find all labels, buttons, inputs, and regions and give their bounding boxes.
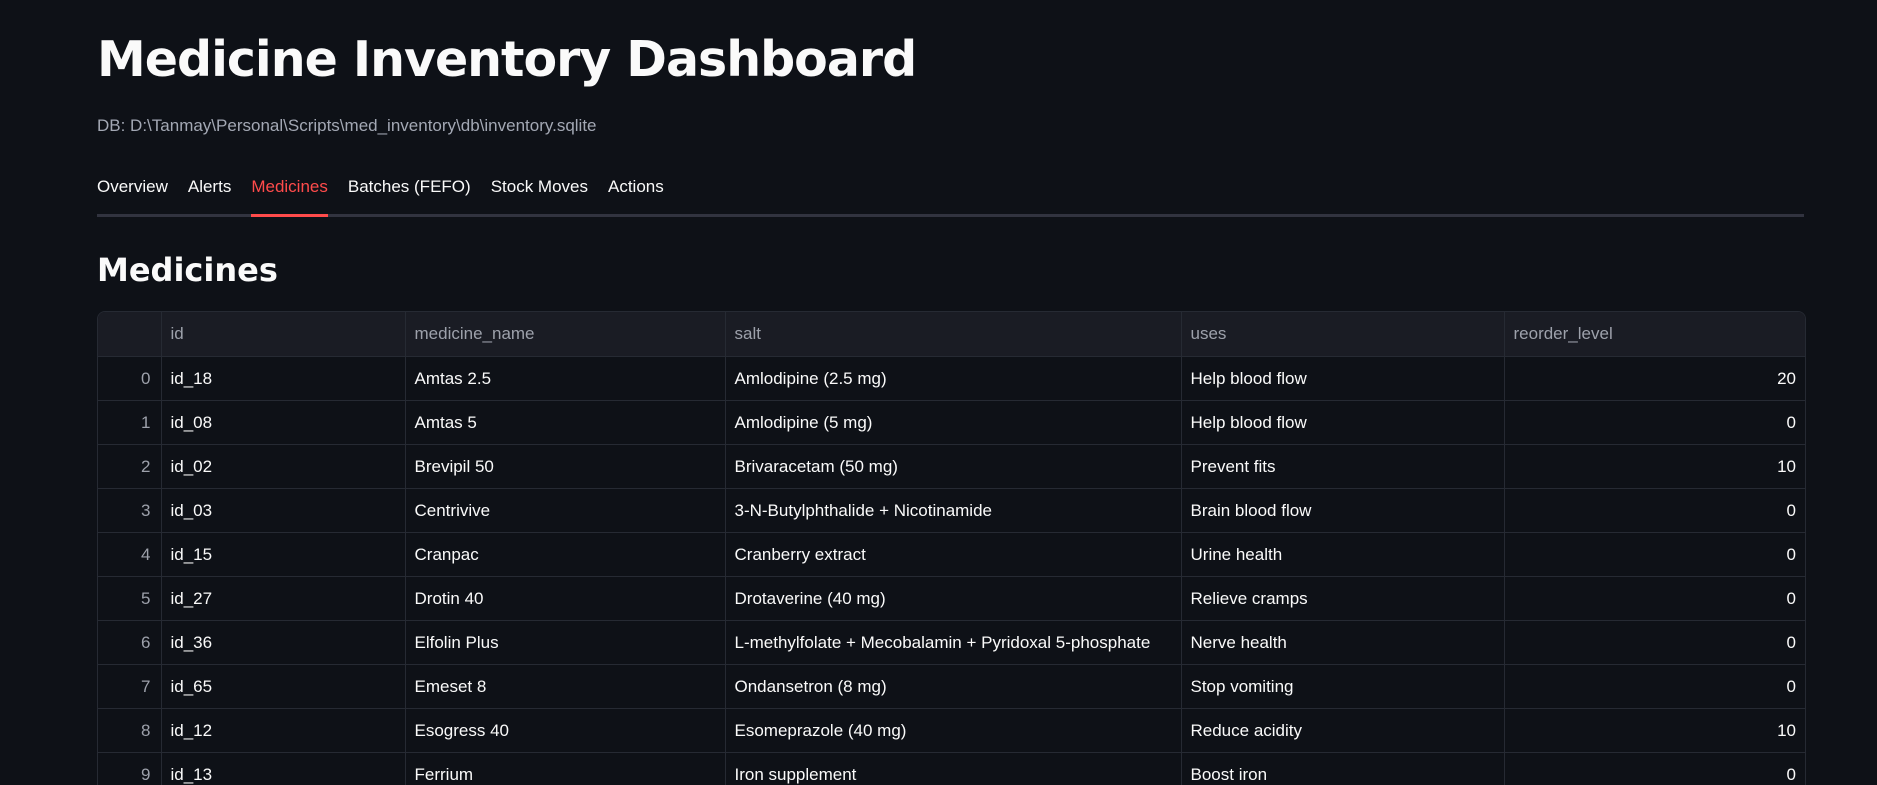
row-index-cell: 7 [98, 664, 162, 709]
id-cell[interactable]: id_12 [161, 708, 406, 753]
uses-cell[interactable]: Stop vomiting [1181, 664, 1505, 709]
tab-bar: Overview Alerts Medicines Batches (FEFO)… [97, 172, 1804, 217]
tab-actions[interactable]: Actions [608, 172, 664, 214]
medicine-name-cell[interactable]: Esogress 40 [405, 708, 726, 753]
reorder-level-cell[interactable]: 10 [1504, 708, 1805, 753]
tab-alerts[interactable]: Alerts [188, 172, 231, 214]
id-cell[interactable]: id_02 [161, 444, 406, 489]
column-header-uses[interactable]: uses [1181, 312, 1505, 357]
table-row[interactable]: 1 id_08 Amtas 5 Amlodipine (5 mg) Help blood… [98, 400, 1805, 445]
salt-cell[interactable]: Cranberry extract [725, 532, 1182, 577]
reorder-level-cell[interactable]: 10 [1504, 444, 1805, 489]
tab-stock-moves[interactable]: Stock Moves [491, 172, 588, 214]
salt-cell[interactable]: Amlodipine (5 mg) [725, 400, 1182, 445]
row-index-cell: 6 [98, 620, 162, 665]
table-header-row: id medicine_name salt uses reorder_level [98, 312, 1805, 357]
column-header-medicine-name[interactable]: medicine_name [405, 312, 726, 357]
salt-cell[interactable]: Iron supplement [725, 752, 1182, 785]
reorder-level-cell[interactable]: 0 [1504, 752, 1805, 785]
table-row[interactable]: 7 id_65 Emeset 8 Ondansetron (8 mg) Stop vom… [98, 664, 1805, 709]
table-row[interactable]: 8 id_12 Esogress 40 Esomeprazole (40 mg) Red… [98, 708, 1805, 753]
row-index-cell: 1 [98, 400, 162, 445]
column-header-id[interactable]: id [161, 312, 406, 357]
tab-batches-fefo[interactable]: Batches (FEFO) [348, 172, 471, 214]
salt-cell[interactable]: 3-N-Butylphthalide + Nicotinamide [725, 488, 1182, 533]
salt-cell[interactable]: Amlodipine (2.5 mg) [725, 356, 1182, 401]
id-cell[interactable]: id_36 [161, 620, 406, 665]
salt-cell[interactable]: Brivaracetam (50 mg) [725, 444, 1182, 489]
tab-medicines[interactable]: Medicines [251, 172, 328, 217]
reorder-level-cell[interactable]: 0 [1504, 400, 1805, 445]
medicine-name-cell[interactable]: Elfolin Plus [405, 620, 726, 665]
table-row[interactable]: 6 id_36 Elfolin Plus L-methylfolate + Mecob… [98, 620, 1805, 665]
uses-cell[interactable]: Urine health [1181, 532, 1505, 577]
medicine-name-cell[interactable]: Drotin 40 [405, 576, 726, 621]
row-index-cell: 5 [98, 576, 162, 621]
column-header-index[interactable] [98, 312, 162, 357]
db-path-caption: DB: D:\Tanmay\Personal\Scripts\med_inven… [97, 116, 597, 135]
medicine-name-cell[interactable]: Centrivive [405, 488, 726, 533]
table-row[interactable]: 2 id_02 Brevipil 50 Brivaracetam (50 mg) Pre… [98, 444, 1805, 489]
medicine-name-cell[interactable]: Amtas 5 [405, 400, 726, 445]
medicines-table[interactable]: id medicine_name salt uses reorder_level… [97, 311, 1806, 785]
page-title: Medicine Inventory Dashboard [97, 31, 917, 88]
table-row[interactable]: 5 id_27 Drotin 40 Drotaverine (40 mg) Reliev… [98, 576, 1805, 621]
column-header-salt[interactable]: salt [725, 312, 1182, 357]
uses-cell[interactable]: Prevent fits [1181, 444, 1505, 489]
uses-cell[interactable]: Nerve health [1181, 620, 1505, 665]
id-cell[interactable]: id_13 [161, 752, 406, 785]
table-row[interactable]: 4 id_15 Cranpac Cranberry extract Urine heal… [98, 532, 1805, 577]
id-cell[interactable]: id_65 [161, 664, 406, 709]
row-index-cell: 2 [98, 444, 162, 489]
reorder-level-cell[interactable]: 0 [1504, 620, 1805, 665]
reorder-level-cell[interactable]: 20 [1504, 356, 1805, 401]
table-row[interactable]: 9 id_13 Ferrium Iron supplement Boost iron 0 [98, 752, 1805, 785]
id-cell[interactable]: id_18 [161, 356, 406, 401]
salt-cell[interactable]: Ondansetron (8 mg) [725, 664, 1182, 709]
reorder-level-cell[interactable]: 0 [1504, 664, 1805, 709]
id-cell[interactable]: id_27 [161, 576, 406, 621]
id-cell[interactable]: id_08 [161, 400, 406, 445]
tab-overview[interactable]: Overview [97, 172, 168, 214]
salt-cell[interactable]: L-methylfolate + Mecobalamin + Pyridoxal… [725, 620, 1182, 665]
table-row[interactable]: 3 id_03 Centrivive 3-N-Butylphthalide + Nic… [98, 488, 1805, 533]
uses-cell[interactable]: Boost iron [1181, 752, 1505, 785]
medicine-name-cell[interactable]: Ferrium [405, 752, 726, 785]
table-body: 0 id_18 Amtas 2.5 Amlodipine (2.5 mg) Help b… [98, 356, 1805, 785]
uses-cell[interactable]: Help blood flow [1181, 356, 1505, 401]
row-index-cell: 4 [98, 532, 162, 577]
medicine-name-cell[interactable]: Emeset 8 [405, 664, 726, 709]
section-title: Medicines [97, 251, 278, 289]
table-row[interactable]: 0 id_18 Amtas 2.5 Amlodipine (2.5 mg) Help b… [98, 356, 1805, 401]
row-index-cell: 0 [98, 356, 162, 401]
row-index-cell: 9 [98, 752, 162, 785]
medicine-name-cell[interactable]: Cranpac [405, 532, 726, 577]
reorder-level-cell[interactable]: 0 [1504, 532, 1805, 577]
uses-cell[interactable]: Brain blood flow [1181, 488, 1505, 533]
app-page: Medicine Inventory Dashboard DB: D:\Tanm… [0, 0, 1877, 785]
medicine-name-cell[interactable]: Amtas 2.5 [405, 356, 726, 401]
row-index-cell: 3 [98, 488, 162, 533]
id-cell[interactable]: id_03 [161, 488, 406, 533]
uses-cell[interactable]: Relieve cramps [1181, 576, 1505, 621]
column-header-reorder-level[interactable]: reorder_level [1504, 312, 1805, 357]
row-index-cell: 8 [98, 708, 162, 753]
salt-cell[interactable]: Esomeprazole (40 mg) [725, 708, 1182, 753]
uses-cell[interactable]: Reduce acidity [1181, 708, 1505, 753]
reorder-level-cell[interactable]: 0 [1504, 488, 1805, 533]
reorder-level-cell[interactable]: 0 [1504, 576, 1805, 621]
medicine-name-cell[interactable]: Brevipil 50 [405, 444, 726, 489]
salt-cell[interactable]: Drotaverine (40 mg) [725, 576, 1182, 621]
uses-cell[interactable]: Help blood flow [1181, 400, 1505, 445]
id-cell[interactable]: id_15 [161, 532, 406, 577]
